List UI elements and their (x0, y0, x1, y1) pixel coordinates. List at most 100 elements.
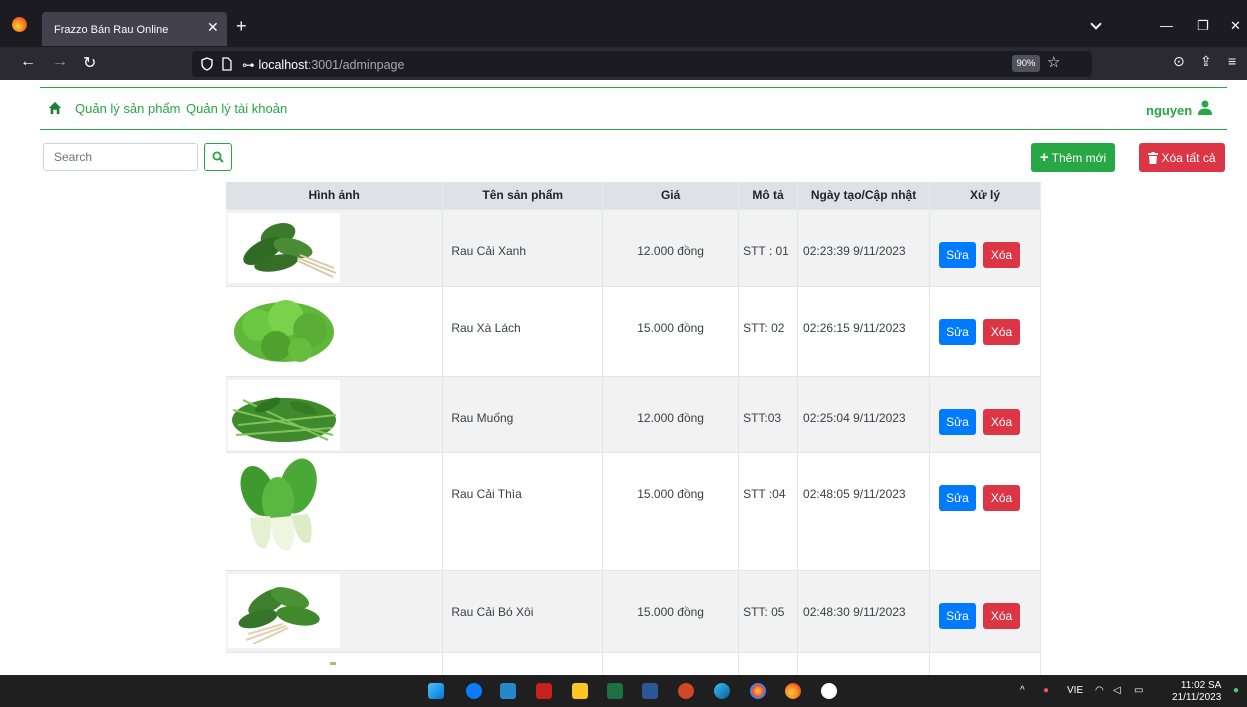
page-icon (222, 57, 232, 71)
firefox-icon (12, 17, 27, 32)
product-price: 12.000 đồng (602, 375, 740, 452)
product-image (226, 375, 444, 452)
product-name: Rau Muống (442, 375, 604, 452)
product-desc: STT :04 (738, 451, 799, 570)
product-date: 02:48:05 9/11/2023 (797, 451, 930, 570)
window-close-icon[interactable]: ✕ (1230, 18, 1241, 34)
product-desc: STT : 01 (738, 208, 799, 286)
product-name: Rau Xà Lách (442, 285, 604, 376)
extensions-icon[interactable]: ⇪ (1200, 53, 1212, 70)
table-header: Hình ảnh Tên sản phẩm Giá Mô tả Ngày tạo… (226, 182, 1041, 209)
delete-button[interactable]: Xóa (983, 318, 1020, 345)
table-row: Rau Muống 12.000 đồng STT:03 02:25:04 9/… (226, 375, 1041, 452)
zalo-icon[interactable] (466, 683, 482, 699)
battery-icon[interactable]: ▭ (1134, 685, 1143, 696)
header-name: Tên sản phẩm (442, 182, 604, 209)
zoom-level[interactable]: 90% (1012, 55, 1040, 72)
product-date: 02:48:30 9/11/2023 (797, 569, 930, 652)
app-red-icon[interactable] (536, 683, 552, 699)
product-date: 02:25:04 9/11/2023 (797, 375, 930, 452)
volume-icon[interactable]: ◁ (1113, 685, 1121, 696)
chrome-icon[interactable] (750, 683, 766, 699)
trash-icon (1148, 151, 1159, 164)
product-desc: STT:03 (738, 375, 799, 452)
delete-button[interactable]: Xóa (983, 484, 1020, 511)
divider (40, 129, 1227, 130)
restore-icon[interactable]: ❐ (1197, 18, 1209, 34)
delete-all-button[interactable]: Xóa tất cả (1139, 143, 1225, 172)
product-name: Rau Cải Bó Xôi (442, 569, 604, 652)
delete-button[interactable]: Xóa (983, 602, 1020, 629)
product-image (226, 451, 444, 570)
menu-icon[interactable]: ≡ (1228, 53, 1236, 69)
edit-button[interactable]: Sửa (939, 408, 976, 435)
powerpoint-icon[interactable] (678, 683, 694, 699)
sticky-notes-icon[interactable] (572, 683, 588, 699)
product-desc: STT: 05 (738, 569, 799, 652)
product-image-rau-cai-thia (228, 455, 340, 556)
home-icon[interactable] (48, 101, 62, 115)
bookmark-star-icon[interactable]: ☆ (1047, 53, 1060, 71)
product-actions: Sửa Xóa (929, 375, 1041, 452)
product-price: 15.000 đồng (602, 451, 740, 570)
product-actions: Sửa Xóa (929, 208, 1041, 286)
edit-button[interactable]: Sửa (939, 241, 976, 268)
product-name: Rau Cải Xanh (442, 208, 604, 286)
new-tab-icon[interactable]: + (236, 16, 247, 37)
windows-start-icon[interactable] (428, 683, 444, 699)
product-image-rau-muong (228, 379, 340, 450)
tray-chevron-icon[interactable]: ^ (1020, 685, 1025, 696)
header-image: Hình ảnh (226, 182, 444, 209)
reload-icon[interactable]: ↻ (83, 53, 96, 73)
table-row: Rau Cải Xanh 12.000 đồng STT : 01 02:23:… (226, 208, 1041, 286)
table-row: Rau Cải Bó Xôi 15.000 đồng STT: 05 02:48… (226, 569, 1041, 652)
tab-close-icon[interactable]: ✕ (207, 19, 219, 36)
product-price: 15.000 đồng (602, 285, 740, 376)
url-text[interactable]: ⊶ localhost:3001/adminpage (242, 57, 404, 72)
table-row: Rau Xà Lách 15.000 đồng STT: 02 02:26:15… (226, 285, 1041, 376)
header-date: Ngày tạo/Cập nhật (797, 182, 930, 209)
minimize-icon[interactable]: — (1160, 18, 1173, 33)
product-image-rau-cai-xanh (228, 212, 340, 283)
product-image (226, 208, 444, 286)
edit-button[interactable]: Sửa (939, 484, 976, 511)
edit-button[interactable]: Sửa (939, 602, 976, 629)
product-name: Rau Cải Thìa (442, 451, 604, 570)
clock[interactable]: 11:02 SA 21/11/2023 (1172, 680, 1221, 704)
pocket-icon[interactable]: ⊙ (1173, 53, 1185, 70)
search-button[interactable] (204, 143, 232, 171)
product-actions: Sửa Xóa (929, 451, 1041, 570)
nav-accounts-link[interactable]: Quản lý tài khoản (186, 101, 287, 116)
language-indicator[interactable]: VIE (1067, 685, 1083, 696)
product-actions: Sửa Xóa (929, 569, 1041, 652)
app-white-icon[interactable] (821, 683, 837, 699)
edge-icon[interactable] (714, 683, 730, 699)
search-input[interactable] (43, 143, 198, 171)
nav-products-link[interactable]: Quản lý sản phẩm (75, 101, 181, 116)
notification-bell-icon[interactable]: ● (1233, 685, 1239, 696)
product-image-rau-cai-bo-xoi (228, 573, 340, 648)
header-price: Giá (602, 182, 740, 209)
product-image (226, 285, 444, 376)
product-desc: STT: 02 (738, 285, 799, 376)
firefox-taskbar-icon[interactable] (785, 683, 801, 699)
delete-button[interactable]: Xóa (983, 241, 1020, 268)
edit-button[interactable]: Sửa (939, 318, 976, 345)
delete-button[interactable]: Xóa (983, 408, 1020, 435)
excel-icon[interactable] (607, 683, 623, 699)
username[interactable]: nguyen (1146, 103, 1192, 118)
plus-icon: + (1039, 149, 1049, 166)
product-date: 02:26:15 9/11/2023 (797, 285, 930, 376)
user-icon[interactable] (1198, 100, 1212, 116)
add-new-button[interactable]: + Thêm mới (1031, 143, 1115, 172)
wifi-icon[interactable]: ◠ (1095, 685, 1104, 696)
vscode-icon[interactable] (500, 683, 516, 699)
tray-app-icon[interactable]: ● (1043, 685, 1049, 696)
forward-icon[interactable]: → (52, 53, 68, 71)
product-price: 15.000 đồng (602, 569, 740, 652)
table-row: Rau Cải Thìa 15.000 đồng STT :04 02:48:0… (226, 451, 1041, 570)
back-icon[interactable]: ← (20, 53, 36, 71)
shield-icon[interactable] (200, 57, 214, 71)
word-icon[interactable] (642, 683, 658, 699)
product-price: 12.000 đồng (602, 208, 740, 286)
